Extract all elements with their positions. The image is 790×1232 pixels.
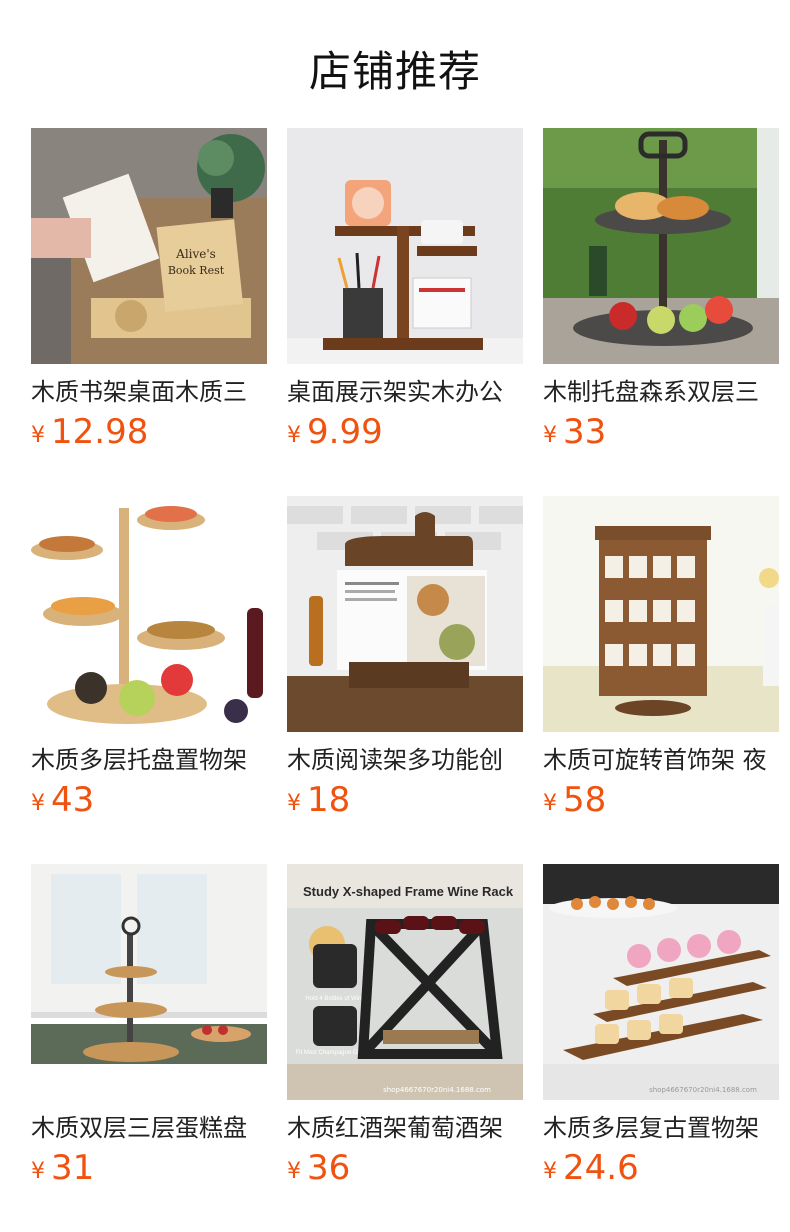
price-value: 33 [563, 412, 607, 452]
product-image[interactable] [543, 128, 779, 364]
section-title: 店铺推荐 [308, 47, 481, 96]
product-card[interactable]: 桌面展示架实木办公 ¥9.99 [287, 128, 523, 496]
price-value: 31 [51, 1148, 95, 1188]
product-price: ¥43 [31, 780, 267, 820]
product-card[interactable]: shop4667670r20ni4.1688.com 木质双层三层蛋糕盘 ¥31 [31, 864, 267, 1232]
vintage-tiered-rack-image: shop4667670r20ni4.1688.com [543, 864, 779, 1100]
currency-symbol: ¥ [543, 1159, 557, 1184]
product-image[interactable]: shop4667670r20ni4.1688.com [543, 864, 779, 1100]
product-image[interactable] [287, 128, 523, 364]
product-name[interactable]: 木制托盘森系双层三 [543, 376, 779, 408]
product-card[interactable]: 木质可旋转首饰架 夜 ¥58 [543, 496, 779, 864]
price-value: 12.98 [51, 412, 149, 452]
product-price: ¥9.99 [287, 412, 523, 452]
product-card[interactable]: Study X-shaped Frame Wine Rack Hold 4 Bo… [287, 864, 523, 1232]
price-value: 43 [51, 780, 95, 820]
product-name[interactable]: 木质多层复古置物架 [543, 1112, 779, 1144]
reading-stand-image [287, 496, 523, 732]
product-price: ¥33 [543, 412, 779, 452]
product-name[interactable]: 桌面展示架实木办公 [287, 376, 523, 408]
product-card[interactable]: 木制托盘森系双层三 ¥33 [543, 128, 779, 496]
product-image[interactable] [31, 496, 267, 732]
price-value: 18 [307, 780, 351, 820]
currency-symbol: ¥ [543, 791, 557, 816]
wooden-book-rest-image: Alive's Book Rest [31, 128, 267, 364]
currency-symbol: ¥ [31, 791, 45, 816]
product-card[interactable]: 木质多层托盘置物架 ¥43 [31, 496, 267, 864]
currency-symbol: ¥ [287, 423, 301, 448]
banner-text: Study X-shaped Frame Wine Rack [303, 884, 514, 899]
product-grid: Alive's Book Rest 木质书架桌面木质三 ¥12.98 桌面展示架… [31, 128, 779, 1232]
product-name[interactable]: 木质多层托盘置物架 [31, 744, 267, 776]
price-value: 36 [307, 1148, 351, 1188]
product-price: ¥58 [543, 780, 779, 820]
rotating-jewelry-rack-image [543, 496, 779, 732]
product-name[interactable]: 木质双层三层蛋糕盘 [31, 1112, 267, 1144]
desk-display-shelf-image [287, 128, 523, 364]
currency-symbol: ¥ [287, 791, 301, 816]
wine-rack-image: Study X-shaped Frame Wine Rack Hold 4 Bo… [287, 864, 523, 1100]
shop-recommendations-page: 店铺推荐 Alive's Book Rest 木质书架桌面木质三 ¥ 12.98… [0, 0, 790, 1232]
product-image[interactable]: Study X-shaped Frame Wine Rack Hold 4 Bo… [287, 864, 523, 1100]
watermark-text: shop4667670r20ni4.1688.com [383, 1086, 491, 1094]
svg-text:Book Rest: Book Rest [168, 264, 225, 277]
two-tier-tray-image [543, 128, 779, 364]
product-price: ¥36 [287, 1148, 523, 1188]
three-tier-cake-stand-image: shop4667670r20ni4.1688.com [31, 864, 267, 1100]
product-price: ¥18 [287, 780, 523, 820]
product-image[interactable] [543, 496, 779, 732]
currency-symbol: ¥ [543, 423, 557, 448]
product-name[interactable]: 木质书架桌面木质三 [31, 376, 267, 408]
product-price: ¥31 [31, 1148, 267, 1188]
currency-symbol: ¥ [287, 1159, 301, 1184]
product-card[interactable]: 木质阅读架多功能创 ¥18 [287, 496, 523, 864]
product-name[interactable]: 木质阅读架多功能创 [287, 744, 523, 776]
price-value: 24.6 [563, 1148, 639, 1188]
currency-symbol: ¥ [31, 1159, 45, 1184]
currency-symbol: ¥ [31, 423, 45, 448]
product-name[interactable]: 木质红酒架葡萄酒架 [287, 1112, 523, 1144]
caption-text: Hold 4 Bottles of Wine [305, 996, 365, 1002]
watermark-text: shop4667670r20ni4.1688.com [649, 1086, 757, 1094]
product-price: ¥12.98 [31, 412, 267, 452]
price-value: 9.99 [307, 412, 383, 452]
svg-text:Alive's: Alive's [175, 247, 216, 261]
watermark-text: shop4667670r20ni4.1688.com [157, 1088, 265, 1096]
product-image[interactable] [287, 496, 523, 732]
product-price: ¥24.6 [543, 1148, 779, 1188]
product-card[interactable]: shop4667670r20ni4.1688.com 木质多层复古置物架 ¥24… [543, 864, 779, 1232]
product-card[interactable]: Alive's Book Rest 木质书架桌面木质三 ¥12.98 [31, 128, 267, 496]
multi-tier-bamboo-tray-image [31, 496, 267, 732]
product-image[interactable]: shop4667670r20ni4.1688.com [31, 864, 267, 1100]
price-value: 58 [563, 780, 607, 820]
product-name[interactable]: 木质可旋转首饰架 夜 [543, 744, 779, 776]
product-image[interactable]: Alive's Book Rest [31, 128, 267, 364]
